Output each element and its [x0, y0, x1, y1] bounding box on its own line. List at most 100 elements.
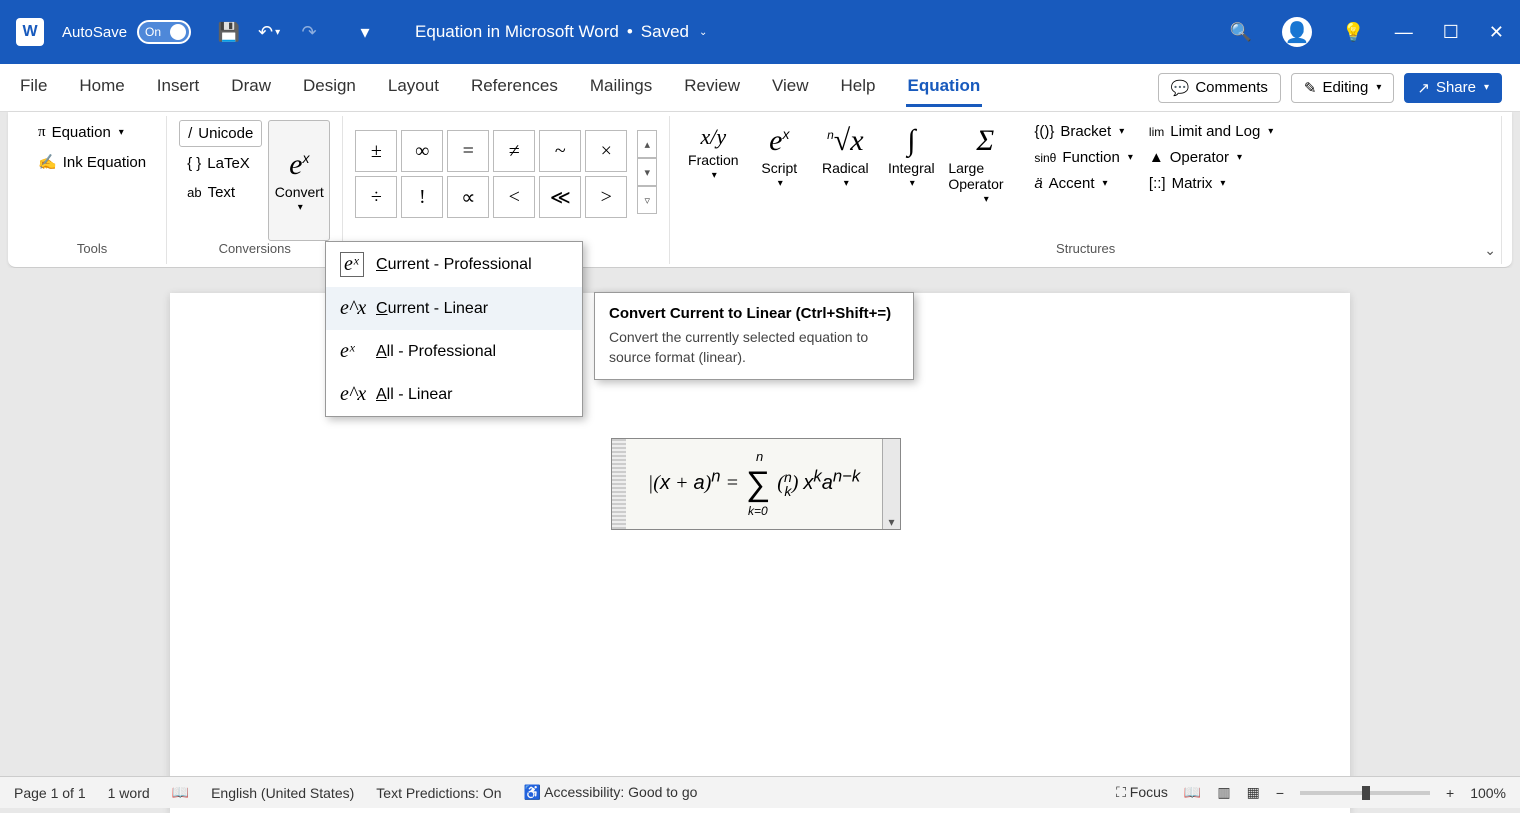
- limit-icon: lim: [1149, 125, 1164, 139]
- integral-button[interactable]: ∫Integral▾: [880, 120, 942, 193]
- bracket-button[interactable]: {()}Bracket▾: [1028, 120, 1139, 143]
- menu-current-professional[interactable]: eˣ Current - Professional: [326, 242, 582, 287]
- collapse-ribbon-icon[interactable]: ⌄: [1484, 242, 1496, 259]
- equation-content[interactable]: |(x + a)n = n ∑ k=0 (nk) xkan−k: [626, 465, 882, 504]
- tab-equation[interactable]: Equation: [906, 68, 983, 107]
- function-icon: sinθ: [1034, 151, 1056, 165]
- user-avatar[interactable]: 👤: [1282, 17, 1312, 47]
- search-icon[interactable]: 🔍: [1230, 22, 1252, 43]
- zoom-slider[interactable]: [1300, 791, 1430, 795]
- status-accessibility[interactable]: ♿ Accessibility: Good to go: [524, 784, 698, 801]
- symbol-equals[interactable]: =: [447, 130, 489, 172]
- zoom-in-icon[interactable]: +: [1446, 785, 1454, 801]
- tab-insert[interactable]: Insert: [155, 68, 202, 107]
- symbol-proportional[interactable]: ∝: [447, 176, 489, 218]
- limit-log-button[interactable]: limLimit and Log▾: [1143, 120, 1279, 143]
- accent-button[interactable]: äAccent▾: [1028, 172, 1139, 195]
- convert-icon: ex: [289, 148, 309, 182]
- function-button[interactable]: sinθFunction▾: [1028, 146, 1139, 169]
- qat-customize-icon[interactable]: ▾: [349, 16, 381, 48]
- tab-draw[interactable]: Draw: [229, 68, 273, 107]
- document-title[interactable]: Equation in Microsoft Word • Saved ⌄: [415, 22, 707, 42]
- share-icon: ↗: [1417, 79, 1430, 97]
- symbol-times[interactable]: ×: [585, 130, 627, 172]
- scroll-down-icon[interactable]: ▾: [637, 158, 657, 186]
- tab-review[interactable]: Review: [682, 68, 742, 107]
- menu-all-professional[interactable]: eˣ All - Professional: [326, 330, 582, 373]
- group-label-structures: Structures: [682, 241, 1489, 260]
- operator-button[interactable]: ▲Operator▾: [1143, 146, 1279, 169]
- equation-container[interactable]: |(x + a)n = n ∑ k=0 (nk) xkan−k ▾: [611, 438, 901, 530]
- text-button[interactable]: abText: [179, 180, 262, 205]
- tab-mailings[interactable]: Mailings: [588, 68, 654, 107]
- symbol-factorial[interactable]: !: [401, 176, 443, 218]
- sigma-icon: Σ: [976, 124, 994, 158]
- group-conversions: /Unicode { }LaTeX abText ex Convert ▾ Co…: [167, 116, 343, 264]
- redo-icon[interactable]: ↷: [293, 16, 325, 48]
- symbol-divide[interactable]: ÷: [355, 176, 397, 218]
- symbol-much-less[interactable]: ≪: [539, 176, 581, 218]
- accessibility-icon: ♿: [524, 784, 541, 800]
- tab-home[interactable]: Home: [77, 68, 126, 107]
- symbol-greater-than[interactable]: >: [585, 176, 627, 218]
- close-icon[interactable]: ✕: [1489, 22, 1504, 43]
- slash-icon: /: [188, 125, 192, 142]
- save-icon[interactable]: 💾: [213, 16, 245, 48]
- status-language[interactable]: English (United States): [211, 785, 354, 801]
- maximize-icon[interactable]: ☐: [1443, 22, 1459, 43]
- tab-layout[interactable]: Layout: [386, 68, 441, 107]
- ink-icon: ✍: [38, 153, 57, 171]
- equation-options-dropdown[interactable]: ▾: [882, 439, 900, 529]
- symbol-plus-minus[interactable]: ±: [355, 130, 397, 172]
- equation-drag-handle[interactable]: [612, 439, 626, 529]
- chevron-down-icon[interactable]: ⌄: [699, 27, 707, 38]
- group-label-conversions: Conversions: [179, 241, 330, 260]
- status-word-count[interactable]: 1 word: [108, 785, 150, 801]
- symbol-infinity[interactable]: ∞: [401, 130, 443, 172]
- word-app-icon: W: [16, 18, 44, 46]
- spellcheck-icon[interactable]: 📖: [172, 784, 189, 801]
- symbol-less-than[interactable]: <: [493, 176, 535, 218]
- tooltip-convert-linear: Convert Current to Linear (Ctrl+Shift+=)…: [594, 292, 914, 380]
- comments-button[interactable]: 💬Comments: [1158, 73, 1281, 103]
- status-page[interactable]: Page 1 of 1: [14, 785, 86, 801]
- autosave-toggle[interactable]: AutoSave On: [62, 20, 191, 44]
- menu-all-linear[interactable]: e^x All - Linear: [326, 373, 582, 416]
- expand-gallery-icon[interactable]: ▿: [637, 186, 657, 214]
- tab-file[interactable]: File: [18, 68, 49, 107]
- read-mode-icon[interactable]: 📖: [1184, 784, 1201, 801]
- tab-help[interactable]: Help: [839, 68, 878, 107]
- status-predictions[interactable]: Text Predictions: On: [376, 785, 501, 801]
- tab-references[interactable]: References: [469, 68, 560, 107]
- print-layout-icon[interactable]: ▥: [1217, 784, 1230, 801]
- pi-icon: π: [38, 124, 46, 141]
- scroll-up-icon[interactable]: ▴: [637, 130, 657, 158]
- share-button[interactable]: ↗Share▾: [1404, 73, 1502, 103]
- tab-design[interactable]: Design: [301, 68, 358, 107]
- zoom-level[interactable]: 100%: [1470, 785, 1506, 801]
- web-layout-icon[interactable]: ▦: [1247, 784, 1260, 801]
- symbol-tilde[interactable]: ~: [539, 130, 581, 172]
- lightbulb-icon[interactable]: 💡: [1342, 22, 1364, 43]
- symbol-not-equal[interactable]: ≠: [493, 130, 535, 172]
- tab-view[interactable]: View: [770, 68, 811, 107]
- large-operator-button[interactable]: ΣLarge Operator▾: [946, 120, 1024, 209]
- focus-mode-button[interactable]: ⛶ Focus: [1116, 784, 1168, 801]
- minimize-icon[interactable]: —: [1395, 22, 1413, 43]
- slider-thumb[interactable]: [1362, 786, 1370, 800]
- unicode-button[interactable]: /Unicode: [179, 120, 262, 147]
- zoom-out-icon[interactable]: −: [1276, 785, 1284, 801]
- latex-button[interactable]: { }LaTeX: [179, 151, 262, 176]
- menu-current-linear[interactable]: e^x Current - Linear: [326, 287, 582, 330]
- convert-button[interactable]: ex Convert ▾: [268, 120, 330, 241]
- radical-button[interactable]: n√xRadical▾: [814, 120, 876, 193]
- editing-mode-button[interactable]: ✎Editing▾: [1291, 73, 1394, 103]
- script-button[interactable]: exScript▾: [748, 120, 810, 193]
- undo-icon[interactable]: ↶▾: [253, 16, 285, 48]
- equation-button[interactable]: πEquation▾: [30, 120, 154, 145]
- matrix-button[interactable]: [::]Matrix▾: [1143, 172, 1279, 195]
- fraction-button[interactable]: x/yFraction▾: [682, 120, 744, 185]
- ink-equation-button[interactable]: ✍Ink Equation: [30, 149, 154, 175]
- toggle-switch[interactable]: On: [137, 20, 191, 44]
- braces-icon: { }: [187, 155, 201, 172]
